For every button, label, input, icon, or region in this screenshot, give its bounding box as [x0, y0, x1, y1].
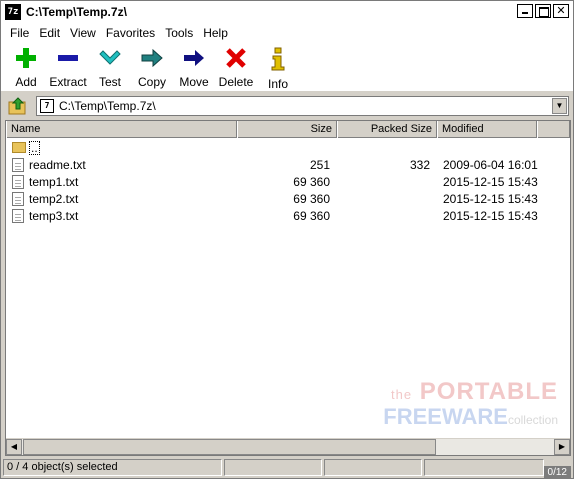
status-pane-4: [424, 459, 544, 476]
folder-up-icon: [8, 97, 26, 115]
address-bar: 7 C:\Temp\Temp.7z\ ▼: [1, 93, 573, 119]
column-name[interactable]: Name: [6, 121, 237, 138]
column-filler: [537, 121, 570, 138]
text-file-icon: [12, 208, 24, 223]
watermark-portable: PORTABLE: [419, 378, 558, 405]
menu-favorites[interactable]: Favorites: [101, 26, 160, 40]
address-path: C:\Temp\Temp.7z\: [59, 99, 156, 113]
info-button[interactable]: Info: [257, 43, 299, 91]
status-pane-2: [224, 459, 322, 476]
move-label: Move: [179, 75, 209, 89]
menu-file[interactable]: File: [5, 26, 34, 40]
file-list[interactable]: Name Size Packed Size Modified .. readme…: [5, 120, 571, 456]
scroll-left-button[interactable]: ◀: [6, 439, 22, 455]
extract-button[interactable]: Extract: [47, 43, 89, 89]
scroll-thumb[interactable]: [23, 439, 436, 455]
item-name: temp1.txt: [29, 174, 79, 189]
column-modified[interactable]: Modified: [437, 121, 537, 138]
info-label: Info: [267, 77, 288, 91]
text-file-icon: [12, 191, 24, 206]
watermark-freeware: FREEWARE: [383, 404, 508, 429]
menu-bar: File Edit View Favorites Tools Help: [1, 23, 573, 43]
item-name: temp3.txt: [29, 208, 79, 223]
add-label: Add: [15, 75, 37, 89]
item-size: 251: [309, 157, 330, 172]
toolbar: Add Extract Test Copy Move Delete Info: [1, 43, 573, 91]
item-size: 69 360: [293, 191, 330, 206]
add-button[interactable]: Add: [5, 43, 47, 89]
title-bar[interactable]: 7z C:\Temp\Temp.7z\ ✕: [1, 1, 573, 23]
item-modified: 2009-06-04 16:01: [443, 157, 538, 172]
status-pane-3: [324, 459, 422, 476]
app-7z-icon: 7z: [5, 4, 21, 20]
info-icon: [266, 47, 290, 71]
item-packed-size: 332: [409, 157, 430, 172]
item-size: 69 360: [293, 208, 330, 223]
list-item[interactable]: readme.txt 251 332 2009-06-04 16:01: [6, 156, 570, 173]
folder-icon: [12, 142, 26, 153]
menu-help[interactable]: Help: [198, 26, 233, 40]
watermark-collection: collection: [507, 413, 558, 427]
window-title: C:\Temp\Temp.7z\: [26, 5, 127, 19]
copy-button[interactable]: Copy: [131, 43, 173, 89]
window-controls: ✕: [517, 4, 569, 18]
item-size: 69 360: [293, 174, 330, 189]
list-item-updir[interactable]: ..: [6, 139, 570, 156]
watermark-logo: the PORTABLE FREEWAREcollection: [383, 378, 558, 431]
delete-button[interactable]: Delete: [215, 43, 257, 89]
list-header: Name Size Packed Size Modified: [6, 121, 570, 138]
list-item[interactable]: temp2.txt 69 360 2015-12-15 15:43: [6, 190, 570, 207]
archive-icon: 7: [40, 99, 54, 113]
text-file-icon: [12, 157, 24, 172]
move-arrow-icon: [182, 47, 206, 69]
menu-tools[interactable]: Tools: [160, 26, 198, 40]
horizontal-scrollbar[interactable]: ◀ ▶: [6, 438, 570, 455]
text-file-icon: [12, 174, 24, 189]
menu-view[interactable]: View: [65, 26, 101, 40]
column-packed-size[interactable]: Packed Size: [337, 121, 437, 138]
status-selection: 0 / 4 object(s) selected: [3, 459, 222, 476]
list-item[interactable]: temp1.txt 69 360 2015-12-15 15:43: [6, 173, 570, 190]
address-field[interactable]: 7 C:\Temp\Temp.7z\ ▼: [36, 96, 569, 116]
extract-label: Extract: [49, 75, 87, 89]
minus-icon: [56, 47, 80, 69]
item-name: readme.txt: [29, 157, 86, 172]
delete-x-icon: [224, 47, 248, 69]
item-name: ..: [29, 140, 40, 155]
folder-up-button[interactable]: [7, 96, 29, 116]
test-label: Test: [98, 75, 121, 89]
item-modified: 2015-12-15 15:43: [443, 191, 538, 206]
delete-label: Delete: [218, 75, 254, 89]
list-rows: .. readme.txt 251 332 2009-06-04 16:01 t…: [6, 139, 570, 224]
copy-arrow-icon: [140, 47, 164, 69]
item-modified: 2015-12-15 15:43: [443, 208, 538, 223]
address-dropdown-button[interactable]: ▼: [552, 98, 567, 114]
maximize-button[interactable]: [535, 4, 551, 18]
move-button[interactable]: Move: [173, 43, 215, 89]
menu-edit[interactable]: Edit: [34, 26, 65, 40]
column-size[interactable]: Size: [237, 121, 337, 138]
test-button[interactable]: Test: [89, 43, 131, 89]
check-chevron-icon: [98, 47, 122, 69]
status-bar: 0 / 4 object(s) selected: [1, 457, 573, 478]
minimize-button[interactable]: [517, 4, 533, 18]
close-button[interactable]: ✕: [553, 4, 569, 18]
plus-icon: [14, 47, 38, 69]
watermark-the: the: [391, 387, 413, 402]
scroll-right-button[interactable]: ▶: [554, 439, 570, 455]
list-item[interactable]: temp3.txt 69 360 2015-12-15 15:43: [6, 207, 570, 224]
item-name: temp2.txt: [29, 191, 79, 206]
item-modified: 2015-12-15 15:43: [443, 174, 538, 189]
status-counter: 0/12: [543, 466, 571, 479]
copy-label: Copy: [137, 75, 166, 89]
app-window: 7z C:\Temp\Temp.7z\ ✕ File Edit View Fav…: [0, 0, 574, 479]
